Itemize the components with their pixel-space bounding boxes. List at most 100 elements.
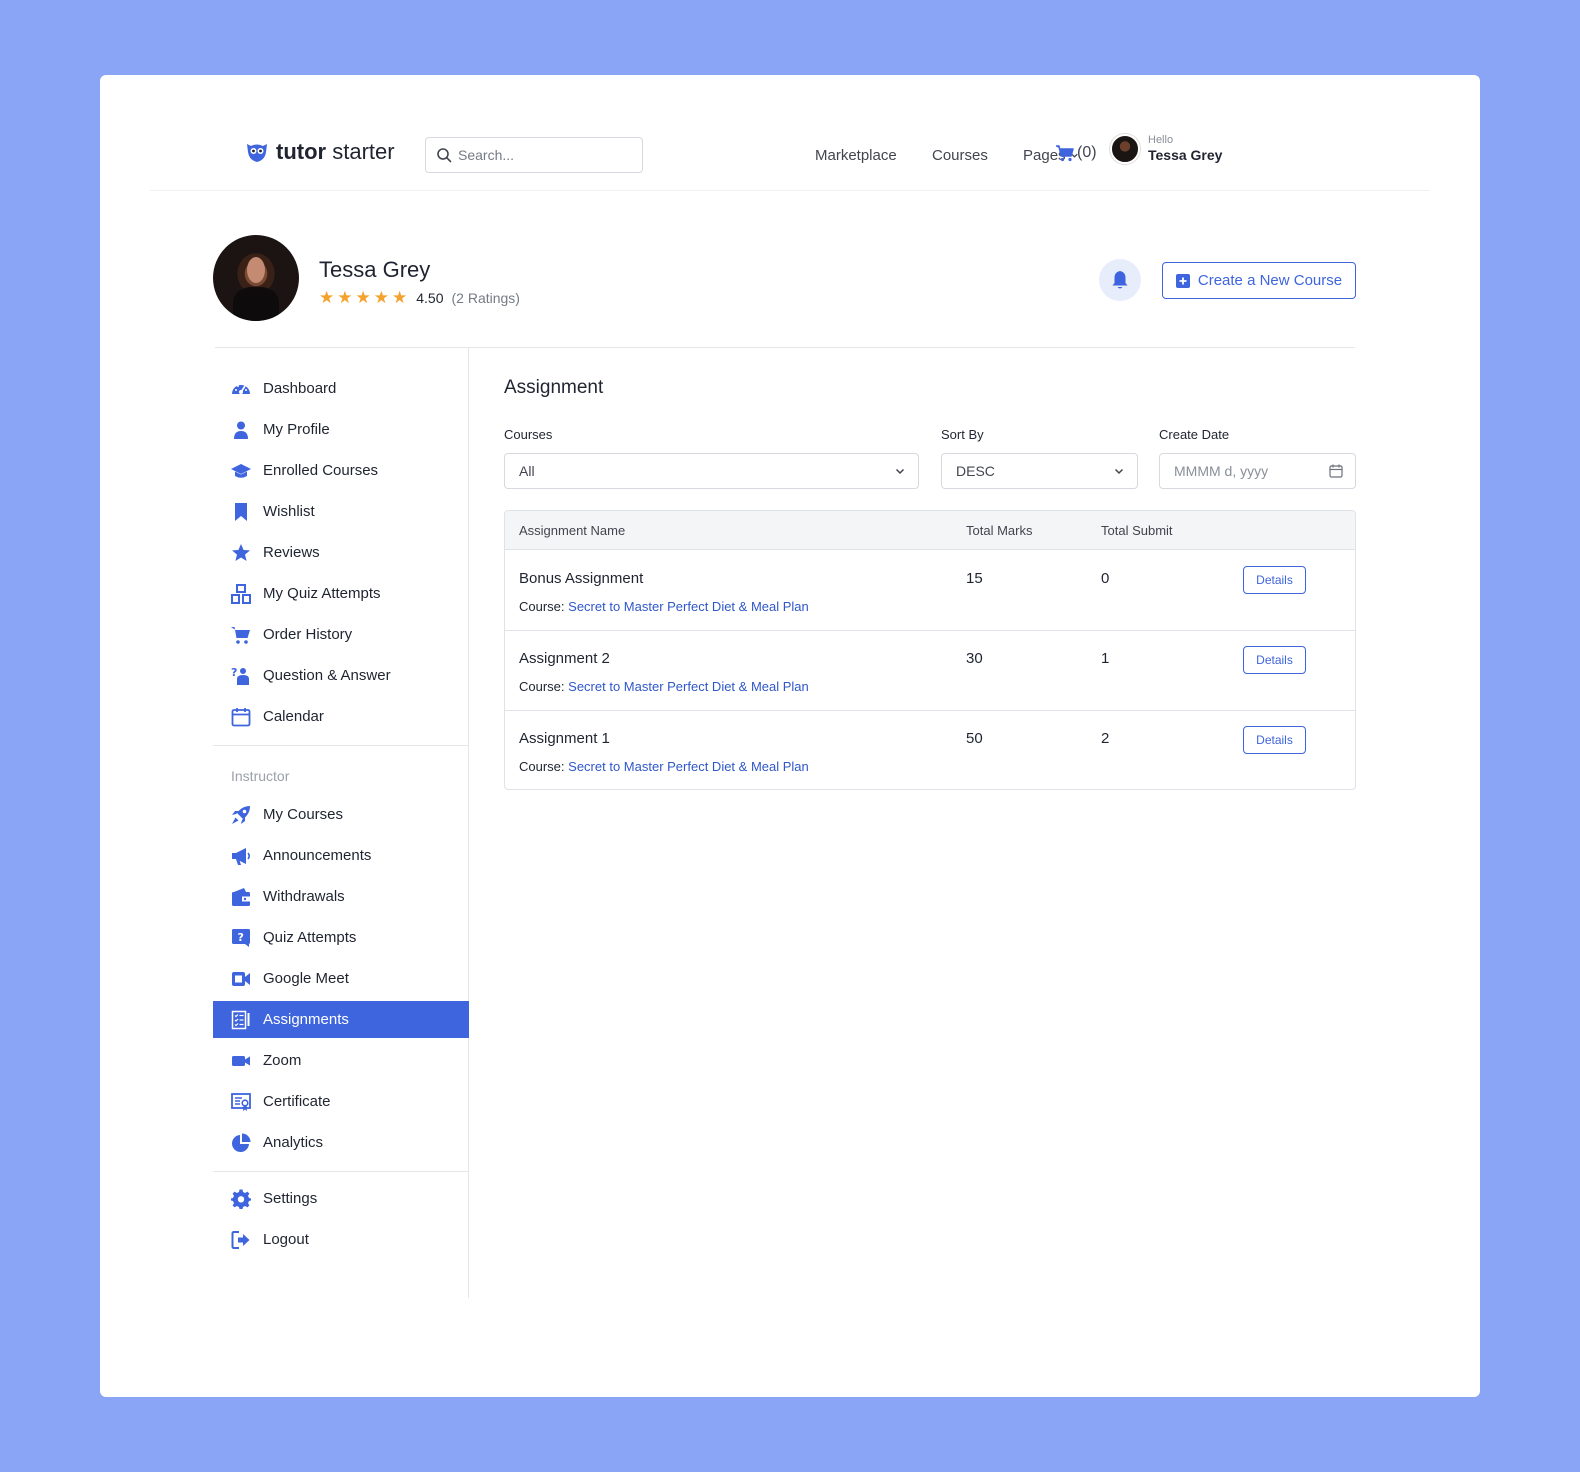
sidebar-item-dashboard[interactable]: Dashboard xyxy=(213,370,469,407)
sidebar-item-label: Withdrawals xyxy=(263,888,345,905)
sort-filter-label: Sort By xyxy=(941,427,984,442)
sidebar: Dashboard My Profile Enrolled Courses Wi… xyxy=(213,348,469,1298)
quiz-icon: ? xyxy=(232,928,250,947)
top-header xyxy=(150,75,1430,191)
assignment-course: Course: Secret to Master Perfect Diet & … xyxy=(519,759,809,774)
profile-avatar xyxy=(213,235,299,321)
certificate-icon xyxy=(231,1092,251,1111)
logo[interactable]: tutor starter xyxy=(245,139,395,165)
star-icon: ★ xyxy=(319,288,335,307)
sidebar-item-assignments[interactable]: Assignments xyxy=(213,1001,469,1038)
cart-button[interactable]: (0) xyxy=(1055,144,1097,162)
user-menu[interactable]: Hello Tessa Grey xyxy=(1110,134,1222,164)
course-link[interactable]: Secret to Master Perfect Diet & Meal Pla… xyxy=(568,679,809,694)
sort-select[interactable]: DESC xyxy=(941,453,1138,489)
sidebar-item-google-meet[interactable]: Google Meet xyxy=(213,960,469,997)
cart-icon xyxy=(231,626,250,644)
details-button[interactable]: Details xyxy=(1243,646,1306,674)
gear-icon xyxy=(231,1189,251,1209)
search-input[interactable] xyxy=(458,147,628,163)
sidebar-item-wishlist[interactable]: Wishlist xyxy=(213,493,469,530)
bell-icon xyxy=(1112,271,1128,289)
total-submit: 1 xyxy=(1101,650,1110,667)
details-button[interactable]: Details xyxy=(1243,566,1306,594)
create-course-button[interactable]: Create a New Course xyxy=(1162,262,1356,299)
sidebar-item-announcements[interactable]: Announcements xyxy=(213,837,469,874)
table-header: Assignment Name Total Marks Total Submit xyxy=(505,511,1355,550)
star-icon xyxy=(232,543,250,561)
total-submit: 2 xyxy=(1101,730,1110,747)
header-total-submit: Total Submit xyxy=(1101,523,1173,538)
sidebar-item-label: My Courses xyxy=(263,806,344,823)
nav-courses[interactable]: Courses xyxy=(932,147,988,164)
courses-select[interactable]: All xyxy=(504,453,919,489)
profile-name: Tessa Grey xyxy=(319,257,431,282)
sort-select-value: DESC xyxy=(956,463,995,479)
sidebar-item-label: My Quiz Attempts xyxy=(263,585,381,602)
cart-count: (0) xyxy=(1077,144,1097,161)
sidebar-item-label: Quiz Attempts xyxy=(263,929,357,946)
sidebar-divider xyxy=(213,745,469,746)
svg-text:?: ? xyxy=(231,666,237,679)
date-input[interactable]: MMMM d, yyyy xyxy=(1159,453,1356,489)
sidebar-item-my-quiz-attempts[interactable]: My Quiz Attempts xyxy=(213,575,469,612)
course-link[interactable]: Secret to Master Perfect Diet & Meal Pla… xyxy=(568,759,809,774)
graduation-cap-icon xyxy=(231,463,251,478)
calendar-icon xyxy=(1329,464,1343,478)
svg-text:?: ? xyxy=(238,931,244,944)
sidebar-item-label: Calendar xyxy=(263,708,324,725)
courses-select-value: All xyxy=(519,463,535,479)
search-icon xyxy=(437,148,452,163)
sidebar-item-certificate[interactable]: Certificate xyxy=(213,1083,469,1120)
nav-marketplace-link[interactable]: Marketplace xyxy=(815,147,897,164)
wallet-icon xyxy=(232,887,250,906)
sidebar-item-label: Settings xyxy=(263,1190,318,1207)
pie-chart-icon xyxy=(232,1133,251,1152)
sidebar-item-label: Enrolled Courses xyxy=(263,462,379,479)
calendar-icon xyxy=(231,707,251,726)
sidebar-item-calendar[interactable]: Calendar xyxy=(213,698,469,735)
date-filter-label: Create Date xyxy=(1159,427,1230,442)
plus-square-icon xyxy=(1175,273,1190,288)
sidebar-item-my-profile[interactable]: My Profile xyxy=(213,411,469,448)
search-box[interactable] xyxy=(425,137,643,173)
star-icon: ★ xyxy=(355,288,371,307)
sidebar-item-label: Analytics xyxy=(263,1134,324,1151)
total-marks: 15 xyxy=(966,570,983,587)
rating-value: 4.50 xyxy=(416,289,444,306)
sidebar-item-question-answer[interactable]: ? Question & Answer xyxy=(213,657,469,694)
sidebar-item-enrolled-courses[interactable]: Enrolled Courses xyxy=(213,452,469,489)
table-row: Assignment 2 Course: Secret to Master Pe… xyxy=(505,631,1355,711)
sidebar-item-settings[interactable]: Settings xyxy=(213,1180,469,1217)
star-icon: ★ xyxy=(337,288,353,307)
sidebar-item-analytics[interactable]: Analytics xyxy=(213,1124,469,1161)
sidebar-item-label: Announcements xyxy=(263,847,372,864)
details-button[interactable]: Details xyxy=(1243,726,1306,754)
sidebar-item-order-history[interactable]: Order History xyxy=(213,616,469,653)
sidebar-item-label: Question & Answer xyxy=(263,667,391,684)
notification-button[interactable] xyxy=(1099,259,1141,301)
sidebar-divider xyxy=(213,1171,469,1172)
courses-filter-label: Courses xyxy=(504,427,553,442)
sidebar-item-label: Certificate xyxy=(263,1093,331,1110)
rating: ★ ★ ★ ★ ★ 4.50 (2 Ratings) xyxy=(319,289,520,306)
course-link[interactable]: Secret to Master Perfect Diet & Meal Pla… xyxy=(568,599,809,614)
sidebar-item-logout[interactable]: Logout xyxy=(213,1221,469,1258)
owl-logo-icon xyxy=(247,144,267,162)
sidebar-item-label: Reviews xyxy=(263,544,320,561)
assignment-name: Bonus Assignment xyxy=(519,570,644,587)
nav-courses-link[interactable]: Courses xyxy=(932,147,988,164)
sidebar-item-reviews[interactable]: Reviews xyxy=(213,534,469,571)
assignments-icon xyxy=(231,1010,250,1029)
sidebar-item-withdrawals[interactable]: Withdrawals xyxy=(213,878,469,915)
nav-marketplace[interactable]: Marketplace xyxy=(815,147,897,164)
sidebar-item-label: Wishlist xyxy=(263,503,315,520)
sidebar-item-quiz-attempts[interactable]: ? Quiz Attempts xyxy=(213,919,469,956)
star-icon: ★ xyxy=(392,288,408,307)
rating-count: (2 Ratings) xyxy=(451,289,520,306)
user-icon xyxy=(234,421,248,439)
sidebar-item-zoom[interactable]: Zoom xyxy=(213,1042,469,1079)
sidebar-item-my-courses[interactable]: My Courses xyxy=(213,796,469,833)
logo-light-text: starter xyxy=(332,139,395,164)
instructor-heading: Instructor xyxy=(231,768,290,784)
